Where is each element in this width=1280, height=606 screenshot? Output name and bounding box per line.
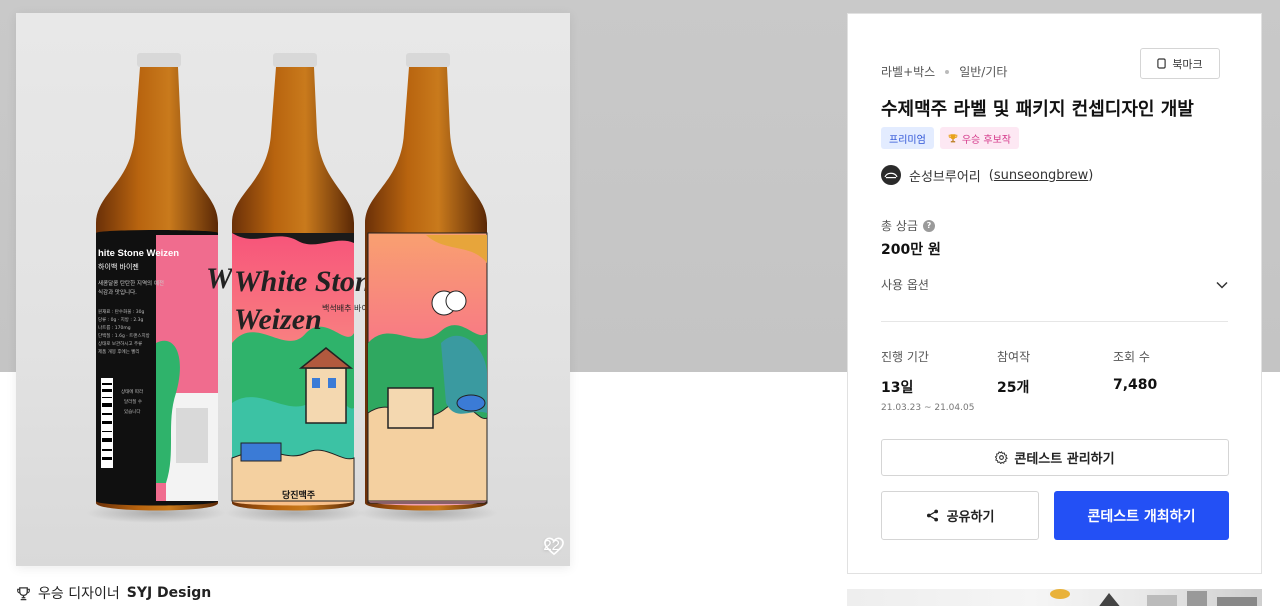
host-id-link[interactable]: sunseongbrew [994, 168, 1088, 183]
svg-text:Weizen: Weizen [234, 303, 322, 336]
prize-value: 200만 원 [881, 242, 941, 258]
share-icon [926, 509, 938, 522]
winning-designer: 우승 디자이너 SYJ Design [16, 583, 211, 603]
host-avatar [881, 165, 901, 185]
premium-badge: 프리미엄 [881, 127, 934, 149]
chevron-down-icon [1216, 281, 1228, 289]
prize-label: 총 상금 ? [881, 217, 935, 234]
svg-text:당류 : 0g · 지방 : 2.3g: 당류 : 0g · 지방 : 2.3g [98, 316, 143, 323]
svg-text:달라질 수: 달라질 수 [124, 398, 142, 405]
svg-text:상태에 따라: 상태에 따라 [121, 388, 144, 395]
svg-text:제품 개봉 후에는 빨리: 제품 개봉 후에는 빨리 [98, 348, 140, 355]
divider [881, 321, 1228, 322]
stat-views-value: 7,480 [1113, 377, 1158, 393]
svg-text:hite Stone Weizen: hite Stone Weizen [98, 248, 179, 259]
trophy-icon [17, 586, 30, 600]
stat-views: 조회 수 7,480 [1113, 348, 1229, 413]
svg-text:새콤달콤 탄탄한 지역의 예전: 새콤달콤 탄탄한 지역의 예전 [98, 279, 164, 287]
stat-entries-label: 참여작 [997, 350, 1031, 364]
brewery-logo-icon [884, 172, 898, 179]
winner-candidate-badge: 우승 후보작 [939, 127, 1019, 149]
winning-designer-prefix: 우승 디자이너 [38, 586, 120, 602]
stat-duration-value: 13일 [881, 380, 914, 396]
category-breadcrumb: 라벨+박스 일반/기타 [881, 63, 1007, 80]
host-info[interactable]: 순성브루어리 (sunseongbrew) [881, 165, 1093, 185]
stat-duration-label: 진행 기간 [881, 350, 929, 364]
stat-entries: 참여작 25개 [997, 348, 1113, 413]
gear-icon [995, 451, 1009, 464]
premium-badge-label: 프리미엄 [889, 134, 926, 146]
stat-duration: 진행 기간 13일 21.03.23 ~ 21.04.05 [881, 348, 997, 413]
contest-image[interactable]: hite Stone Weizen 하이백 바이젠 새콤달콤 탄탄한 지역의 예… [16, 13, 570, 566]
svg-text:White Stone: White Stone [234, 265, 385, 298]
winner-candidate-label: 우승 후보작 [961, 134, 1011, 146]
svg-text:하이백 바이젠: 하이백 바이젠 [98, 262, 139, 271]
breadcrumb-separator [945, 69, 950, 74]
svg-text:단백질 : 1.6g · 트랜스지방: 단백질 : 1.6g · 트랜스지방 [98, 332, 150, 339]
svg-text:W: W [206, 262, 235, 295]
preview-image [1050, 589, 1257, 606]
contest-title: 수제맥주 라벨 및 패키지 컨셉디자인 개발 [881, 99, 1194, 120]
stat-views-label: 조회 수 [1113, 350, 1150, 364]
bookmark-label: 북마크 [1172, 57, 1203, 71]
stat-duration-dates: 21.03.23 ~ 21.04.05 [881, 403, 975, 413]
host-contest-label: 콘테스트 개최하기 [1087, 508, 1196, 525]
next-section-preview [847, 589, 1262, 606]
stat-entries-value: 25개 [997, 380, 1030, 396]
category-secondary[interactable]: 일반/기타 [959, 63, 1007, 80]
bookmark-button[interactable]: 북마크 [1140, 48, 1220, 79]
svg-text:있습니다: 있습니다 [124, 408, 141, 415]
share-button[interactable]: 공유하기 [881, 491, 1039, 540]
svg-text:나트륨 : 170mg: 나트륨 : 170mg [98, 324, 131, 331]
like-count[interactable]: 22 [543, 537, 565, 556]
manage-contest-label: 콘테스트 관리하기 [1014, 452, 1115, 467]
heart-icon [544, 537, 565, 556]
contest-stats: 진행 기간 13일 21.03.23 ~ 21.04.05 참여작 25개 조회… [881, 348, 1229, 413]
contest-badges: 프리미엄 우승 후보작 [881, 127, 1019, 149]
svg-text:상태로 보관하시고 주류: 상태로 보관하시고 주류 [98, 340, 142, 347]
svg-text:원재료 : 탄수화물 : 30g: 원재료 : 탄수화물 : 30g [98, 308, 144, 315]
host-contest-button[interactable]: 콘테스트 개최하기 [1054, 491, 1229, 540]
options-label: 사용 옵션 [881, 278, 929, 292]
beer-bottles-illustration: hite Stone Weizen 하이백 바이젠 새콤달콤 탄탄한 지역의 예… [86, 53, 498, 523]
host-name: 순성브루어리 [909, 169, 981, 185]
manage-contest-button[interactable]: 콘테스트 관리하기 [881, 439, 1229, 476]
prize-label-text: 총 상금 [881, 219, 918, 233]
category-primary[interactable]: 라벨+박스 [881, 63, 935, 80]
bookmark-icon [1157, 58, 1166, 69]
options-dropdown[interactable]: 사용 옵션 [881, 276, 1228, 293]
share-label: 공유하기 [946, 510, 995, 525]
help-icon[interactable]: ? [922, 219, 935, 232]
winning-designer-name[interactable]: SYJ Design [127, 585, 212, 601]
svg-text:식감과 맛입니다.: 식감과 맛입니다. [98, 288, 137, 296]
contest-info-panel: 라벨+박스 일반/기타 북마크 수제맥주 라벨 및 패키지 컨셉디자인 개발 프… [847, 13, 1262, 574]
svg-text:당진맥주: 당진맥주 [282, 489, 315, 501]
trophy-icon [948, 134, 958, 143]
